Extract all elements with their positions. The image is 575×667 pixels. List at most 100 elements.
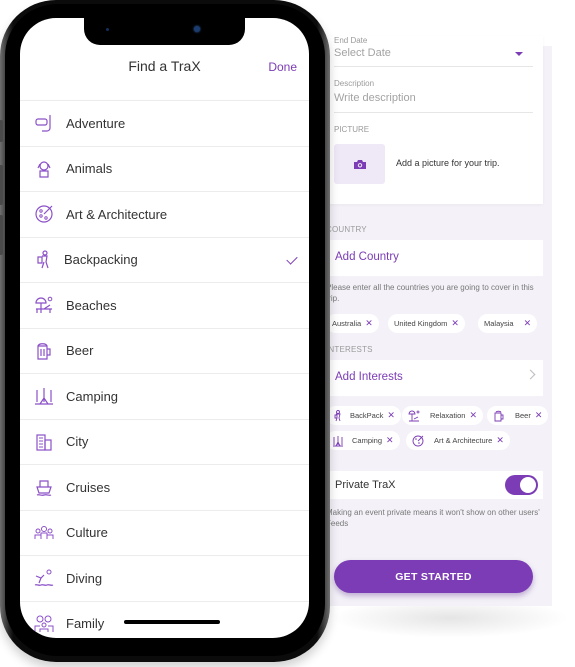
add-picture-button[interactable] bbox=[334, 144, 385, 184]
toggle-knob bbox=[520, 477, 536, 493]
remove-chip-icon[interactable]: ✕ bbox=[451, 318, 459, 329]
phone-notch bbox=[84, 18, 245, 45]
palette-icon bbox=[34, 204, 54, 224]
beer-mug-icon bbox=[34, 341, 54, 361]
interests-section-label: INTERESTS bbox=[326, 345, 373, 354]
list-item-label: Family bbox=[66, 616, 105, 632]
add-interests-label: Add Interests bbox=[335, 371, 403, 383]
country-section-label: COUNTRY bbox=[326, 225, 367, 234]
chip-label: Camping bbox=[352, 436, 383, 445]
remove-chip-icon[interactable]: ✕ bbox=[386, 435, 394, 446]
interest-chip: Beer ✕ bbox=[487, 406, 549, 425]
list-item-label: Culture bbox=[66, 525, 108, 541]
private-trax-toggle[interactable] bbox=[505, 475, 538, 495]
list-item-label: Animals bbox=[66, 161, 113, 177]
add-interests-button[interactable]: Add Interests bbox=[326, 360, 543, 396]
picture-label: PICTURE bbox=[334, 125, 370, 134]
chip-label: Australia bbox=[332, 319, 362, 328]
ship-icon bbox=[34, 477, 54, 497]
list-item[interactable]: City bbox=[20, 418, 309, 465]
list-item[interactable]: Culture bbox=[20, 509, 309, 556]
picture-hint: Add a picture for your trip. bbox=[396, 158, 500, 168]
home-indicator[interactable] bbox=[124, 620, 220, 624]
camera-icon bbox=[353, 159, 366, 169]
diver-icon bbox=[34, 568, 54, 588]
list-item-label: City bbox=[66, 434, 89, 450]
list-item-label: Adventure bbox=[66, 115, 126, 131]
chip-label: Relaxation bbox=[430, 411, 466, 420]
sensor-icon bbox=[106, 28, 109, 31]
beer-mug-icon bbox=[493, 410, 505, 422]
list-item-label: Beer bbox=[66, 343, 94, 359]
country-chip: Malaysia ✕ bbox=[478, 314, 538, 333]
remove-chip-icon[interactable]: ✕ bbox=[469, 410, 477, 421]
beach-umbrella-icon bbox=[34, 295, 54, 315]
list-item[interactable]: Beaches bbox=[20, 282, 309, 328]
end-date-select[interactable]: Select Date bbox=[334, 47, 391, 59]
palette-icon bbox=[412, 435, 424, 447]
description-label: Description bbox=[334, 79, 375, 88]
buildings-icon bbox=[34, 432, 54, 452]
list-item[interactable]: Diving bbox=[20, 555, 309, 601]
stage: End Date Select Date Description Write d… bbox=[0, 0, 575, 667]
add-country-label: Add Country bbox=[335, 251, 399, 263]
snorkel-mask-icon bbox=[34, 113, 54, 133]
people-group-icon bbox=[34, 523, 54, 543]
remove-chip-icon[interactable]: ✕ bbox=[535, 410, 543, 421]
chip-label: Art & Architecture bbox=[434, 436, 493, 445]
remove-chip-icon[interactable]: ✕ bbox=[524, 318, 532, 329]
chevron-right-icon bbox=[525, 369, 536, 380]
done-button[interactable]: Done bbox=[268, 60, 297, 74]
phone-screen: Find a TraX Done Adventure Animals Art &… bbox=[20, 18, 309, 638]
interest-chip: Camping ✕ bbox=[326, 431, 400, 450]
chip-label: United Kingdom bbox=[394, 319, 448, 328]
list-item[interactable]: Art & Architecture bbox=[20, 191, 309, 237]
list-item[interactable]: Camping bbox=[20, 373, 309, 419]
chip-label: Malaysia bbox=[484, 319, 514, 328]
private-trax-row: Private TraX bbox=[326, 471, 543, 499]
remove-chip-icon[interactable]: ✕ bbox=[496, 435, 504, 446]
backpacker-icon bbox=[34, 250, 54, 270]
country-chip: Australia ✕ bbox=[326, 314, 379, 333]
description-input[interactable]: Write description bbox=[334, 92, 416, 104]
list-item-label: Camping bbox=[66, 388, 119, 404]
tent-trees-icon bbox=[332, 435, 344, 447]
list-item[interactable]: Adventure bbox=[20, 100, 309, 146]
list-item[interactable]: Cruises bbox=[20, 464, 309, 510]
end-date-underline bbox=[334, 66, 533, 67]
phone-frame: Find a TraX Done Adventure Animals Art &… bbox=[0, 0, 330, 662]
beach-umbrella-icon bbox=[408, 410, 420, 422]
list-item[interactable]: Backpacking bbox=[20, 236, 309, 283]
interest-chip: Relaxation ✕ bbox=[402, 406, 483, 425]
list-item-label: Beaches bbox=[66, 297, 117, 313]
tent-trees-icon bbox=[34, 386, 54, 406]
list-item[interactable]: Animals bbox=[20, 145, 309, 192]
description-underline bbox=[334, 112, 533, 113]
end-date-label: End Date bbox=[334, 36, 368, 45]
volume-down-button bbox=[0, 215, 3, 255]
remove-chip-icon[interactable]: ✕ bbox=[365, 318, 373, 329]
list-item-label: Art & Architecture bbox=[66, 206, 168, 222]
list-item-label: Cruises bbox=[66, 479, 111, 495]
chevron-down-icon[interactable] bbox=[515, 52, 523, 56]
chip-label: BackPack bbox=[350, 411, 384, 420]
list-item-label: Diving bbox=[66, 570, 103, 586]
checkmark-icon bbox=[286, 252, 298, 265]
details-card: End Date Select Date Description Write d… bbox=[326, 36, 543, 204]
mute-switch bbox=[0, 120, 3, 142]
interest-chip: Art & Architecture ✕ bbox=[406, 431, 510, 450]
list-item[interactable]: Beer bbox=[20, 327, 309, 374]
list-item-label: Backpacking bbox=[64, 252, 138, 268]
get-started-button[interactable]: GET STARTED bbox=[334, 560, 533, 593]
chip-label: Beer bbox=[515, 411, 531, 420]
volume-up-button bbox=[0, 165, 3, 205]
backpacker-icon bbox=[332, 409, 344, 422]
country-chip: United Kingdom ✕ bbox=[388, 314, 465, 333]
create-trax-form-screen: End Date Select Date Description Write d… bbox=[300, 36, 552, 606]
page-title: Find a TraX bbox=[128, 58, 201, 74]
add-country-button[interactable]: Add Country bbox=[326, 240, 543, 276]
dog-icon bbox=[34, 159, 54, 179]
private-help-text: Making an event private means it won't s… bbox=[326, 508, 540, 528]
family-icon bbox=[34, 614, 54, 634]
remove-chip-icon[interactable]: ✕ bbox=[387, 410, 395, 421]
